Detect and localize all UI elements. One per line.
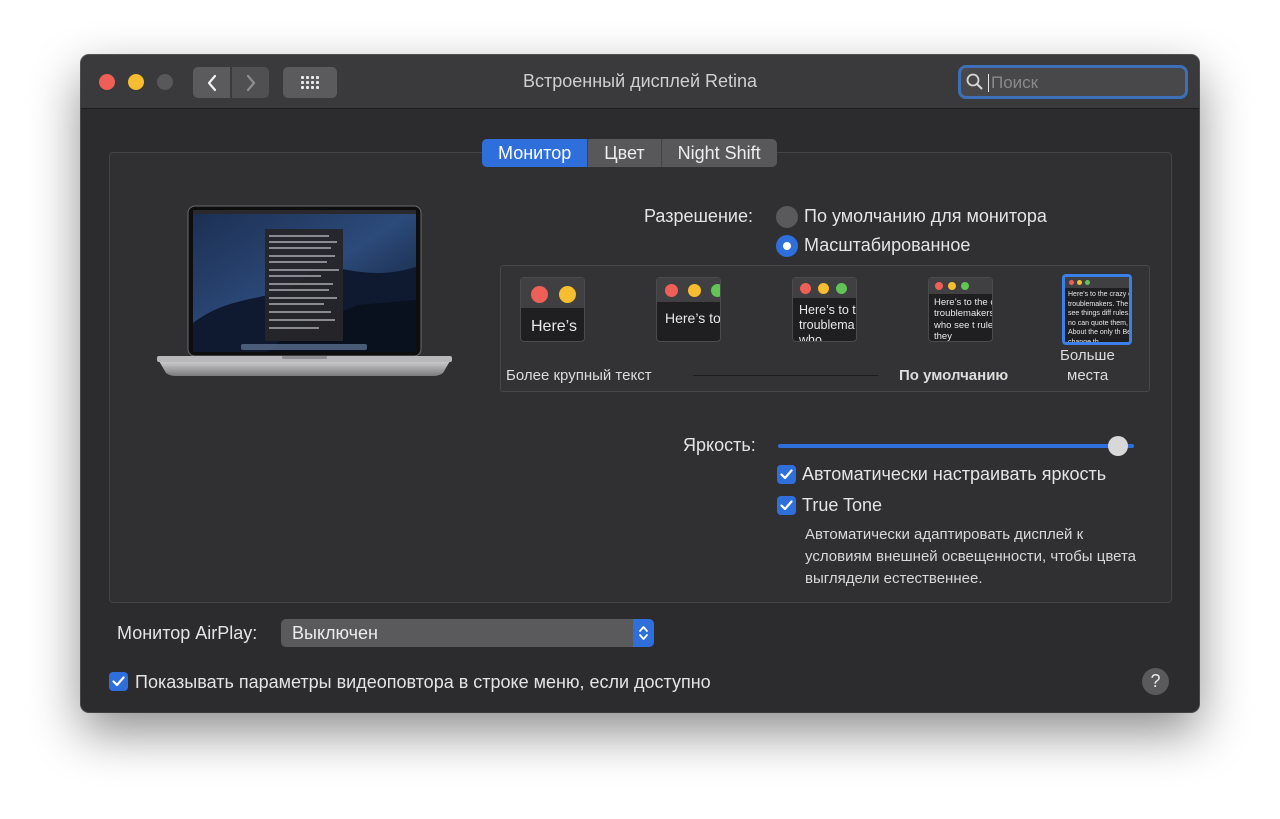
title-bar: Встроенный дисплей Retina Поиск [81,55,1199,109]
help-button[interactable]: ? [1142,668,1169,695]
scale-divider [693,375,878,376]
scaling-options: Here’s Here’s to troublem Here’s to t tr… [500,265,1150,392]
tab-night-shift[interactable]: Night Shift [662,139,777,167]
scale-option-1-text: Here’s [531,318,577,335]
preferences-window: Встроенный дисплей Retina Поиск Монитор … [81,55,1199,712]
default-scale-label: По умолчанию [899,367,1009,384]
brightness-slider-track[interactable] [778,444,1134,448]
checkmark-icon [780,469,793,480]
checkmark-icon [112,676,125,687]
mirroring-label[interactable]: Показывать параметры видеоповтора в стро… [135,672,711,693]
text-caret [988,74,989,92]
scale-option-1[interactable]: Here’s [520,277,585,342]
auto-brightness-label[interactable]: Автоматически настраивать яркость [802,464,1106,485]
scale-option-5-text: Here’s to the crazy ones troublemakers. … [1068,291,1132,345]
search-field[interactable]: Поиск [958,65,1188,99]
scale-option-4-text: Here’s to the cr troublemakers. ones who… [934,297,993,342]
search-placeholder: Поиск [991,73,1039,92]
airplay-select[interactable]: Выключен [281,619,654,647]
true-tone-label[interactable]: True Tone [802,495,882,516]
tab-color[interactable]: Цвет [588,139,662,167]
true-tone-checkbox[interactable] [777,496,796,515]
radio-default-resolution[interactable] [776,206,798,228]
auto-brightness-checkbox[interactable] [777,465,796,484]
larger-text-label: Более крупный текст [506,367,652,384]
scale-option-2-text: Here’s to troublem [665,310,721,326]
default-resolution-label[interactable]: По умолчанию для монитора [804,206,1047,227]
search-icon [966,73,983,90]
scaled-resolution-label[interactable]: Масштабированное [804,235,970,256]
scale-option-4[interactable]: Here’s to the cr troublemakers. ones who… [928,277,993,342]
brightness-label: Яркость: [683,435,756,455]
checkmark-icon [780,500,793,511]
more-space-label-2: места [1067,367,1109,384]
scale-option-3-text: Here’s to t troublema ones who [799,303,856,342]
tab-monitor[interactable]: Монитор [482,139,589,167]
resolution-label: Разрешение: [644,206,753,226]
mirroring-checkbox[interactable] [109,672,128,691]
scale-option-5[interactable]: Here’s to the crazy ones troublemakers. … [1062,274,1132,345]
airplay-label: Монитор AirPlay: [117,623,258,643]
scale-option-3[interactable]: Here’s to t troublema ones who [792,277,857,342]
more-space-label-1: Больше [1060,347,1115,364]
tab-bar: Монитор Цвет Night Shift [482,139,777,167]
brightness-slider-knob[interactable] [1108,436,1128,456]
airplay-value: Выключен [292,623,378,643]
true-tone-description: Автоматически адаптировать дисплей к усл… [805,526,1137,587]
scale-option-2[interactable]: Here’s to troublem [656,277,721,342]
updown-chevron-icon [633,619,654,647]
radio-scaled-resolution[interactable] [776,235,798,257]
macbook-illustration [157,205,452,376]
